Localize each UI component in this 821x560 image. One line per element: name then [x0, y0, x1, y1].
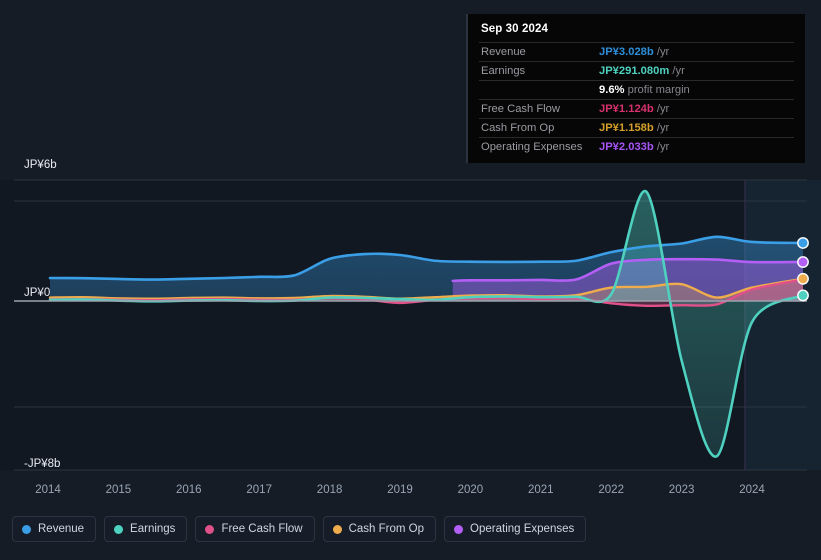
endpoint-marker-cash-from-op[interactable] [797, 272, 809, 285]
x-axis-tick-2023: 2023 [668, 484, 695, 496]
y-axis-label-top: JP¥6b [24, 159, 57, 171]
tooltip-row-value: JP¥1.124b /yr [599, 100, 794, 119]
tooltip-row-label: Earnings [481, 65, 526, 77]
tooltip-row: Operating Expenses JP¥2.033b /yr [479, 137, 794, 157]
tooltip-value-unit: /yr [653, 103, 670, 115]
legend-item-label: Operating Expenses [470, 523, 575, 535]
x-axis-tick-2018: 2018 [316, 484, 343, 496]
endpoint-marker-revenue[interactable] [797, 237, 809, 249]
chart-legend[interactable]: Revenue Earnings Free Cash Flow Cash From O… [12, 516, 587, 542]
tooltip-row-value: 9.6% profit margin [599, 81, 794, 100]
forecast-region [744, 180, 821, 470]
legend-item-label: Cash From Op [348, 523, 425, 535]
tooltip-value-number: JP¥2.033b [599, 141, 654, 153]
tooltip-value-number: JP¥1.124b [599, 103, 654, 115]
tooltip-value-unit: /yr [653, 141, 670, 153]
financial-area-chart: JP¥6b JP¥0 -JP¥8b 2014 2015 2016 2017 2018 20… [0, 0, 821, 560]
tooltip-value-number: JP¥3.028b [599, 46, 654, 58]
tooltip-value-unit: /yr [653, 46, 670, 58]
legend-item-free-cash-flow[interactable]: Free Cash Flow [195, 516, 315, 542]
x-axis-tick-2024: 2024 [739, 484, 765, 496]
tooltip-row: Cash From Op JP¥1.158b /yr [479, 118, 794, 138]
legend-color-dot-icon [114, 524, 124, 534]
legend-item-label: Earnings [130, 523, 176, 535]
tooltip-row-label: Revenue [481, 46, 526, 58]
tooltip-value-number: JP¥1.158b [599, 122, 654, 134]
tooltip-table: Revenue JP¥3.028b /yr Earnings JP¥291.080m … [479, 42, 794, 156]
tooltip-row: Free Cash Flow JP¥1.124b /yr [479, 99, 794, 119]
x-axis-tick-2022: 2022 [598, 484, 624, 496]
x-axis-tick-2020: 2020 [457, 484, 484, 496]
legend-item-label: Free Cash Flow [221, 523, 303, 535]
legend-item-earnings[interactable]: Earnings [104, 516, 188, 542]
tooltip-value-number: JP¥291.080m [599, 65, 670, 77]
tooltip-value-unit: /yr [653, 122, 670, 134]
tooltip-row: 9.6% profit margin [479, 80, 794, 100]
legend-item-label: Revenue [38, 523, 85, 535]
tooltip-date: Sep 30 2024 [481, 23, 548, 35]
x-axis-tick-2017: 2017 [246, 484, 272, 496]
tooltip-row: Earnings JP¥291.080m /yr [479, 61, 794, 81]
tooltip-value-unit: profit margin [624, 84, 690, 96]
endpoint-marker-earnings[interactable] [797, 289, 809, 302]
x-axis-tick-2014: 2014 [35, 484, 61, 496]
y-axis-label-zero: JP¥0 [24, 287, 51, 299]
x-axis-tick-2015: 2015 [105, 484, 132, 496]
legend-item-revenue[interactable]: Revenue [12, 516, 97, 542]
tooltip-row-value: JP¥291.080m /yr [599, 62, 794, 81]
legend-item-operating-expenses[interactable]: Operating Expenses [444, 516, 587, 542]
chart-tooltip: Sep 30 2024 Revenue JP¥3.028b /yr Earnings… [466, 14, 805, 163]
tooltip-row-value: JP¥1.158b /yr [599, 119, 794, 138]
tooltip-row: Revenue JP¥3.028b /yr [479, 42, 794, 62]
x-axis-tick-2019: 2019 [387, 484, 413, 496]
tooltip-row-value: JP¥2.033b /yr [599, 138, 794, 157]
tooltip-row-label [479, 81, 599, 100]
tooltip-row-label: Cash From Op [481, 122, 555, 134]
legend-color-dot-icon [332, 524, 342, 534]
tooltip-value-unit: /yr [669, 65, 685, 77]
y-axis-label-bottom: -JP¥8b [24, 458, 61, 470]
x-axis-tick-2016: 2016 [176, 484, 202, 496]
tooltip-row-label: Free Cash Flow [481, 103, 560, 115]
legend-color-dot-icon [454, 524, 464, 534]
tooltip-row-label: Operating Expenses [481, 141, 583, 153]
x-axis-tick-2021: 2021 [528, 484, 554, 496]
endpoint-marker-operating-expenses[interactable] [797, 256, 809, 268]
legend-item-cash-from-op[interactable]: Cash From Op [322, 516, 437, 542]
tooltip-row-value: JP¥3.028b /yr [599, 43, 794, 62]
legend-color-dot-icon [205, 524, 215, 534]
tooltip-value-number: 9.6% [599, 84, 625, 96]
legend-color-dot-icon [22, 524, 31, 534]
